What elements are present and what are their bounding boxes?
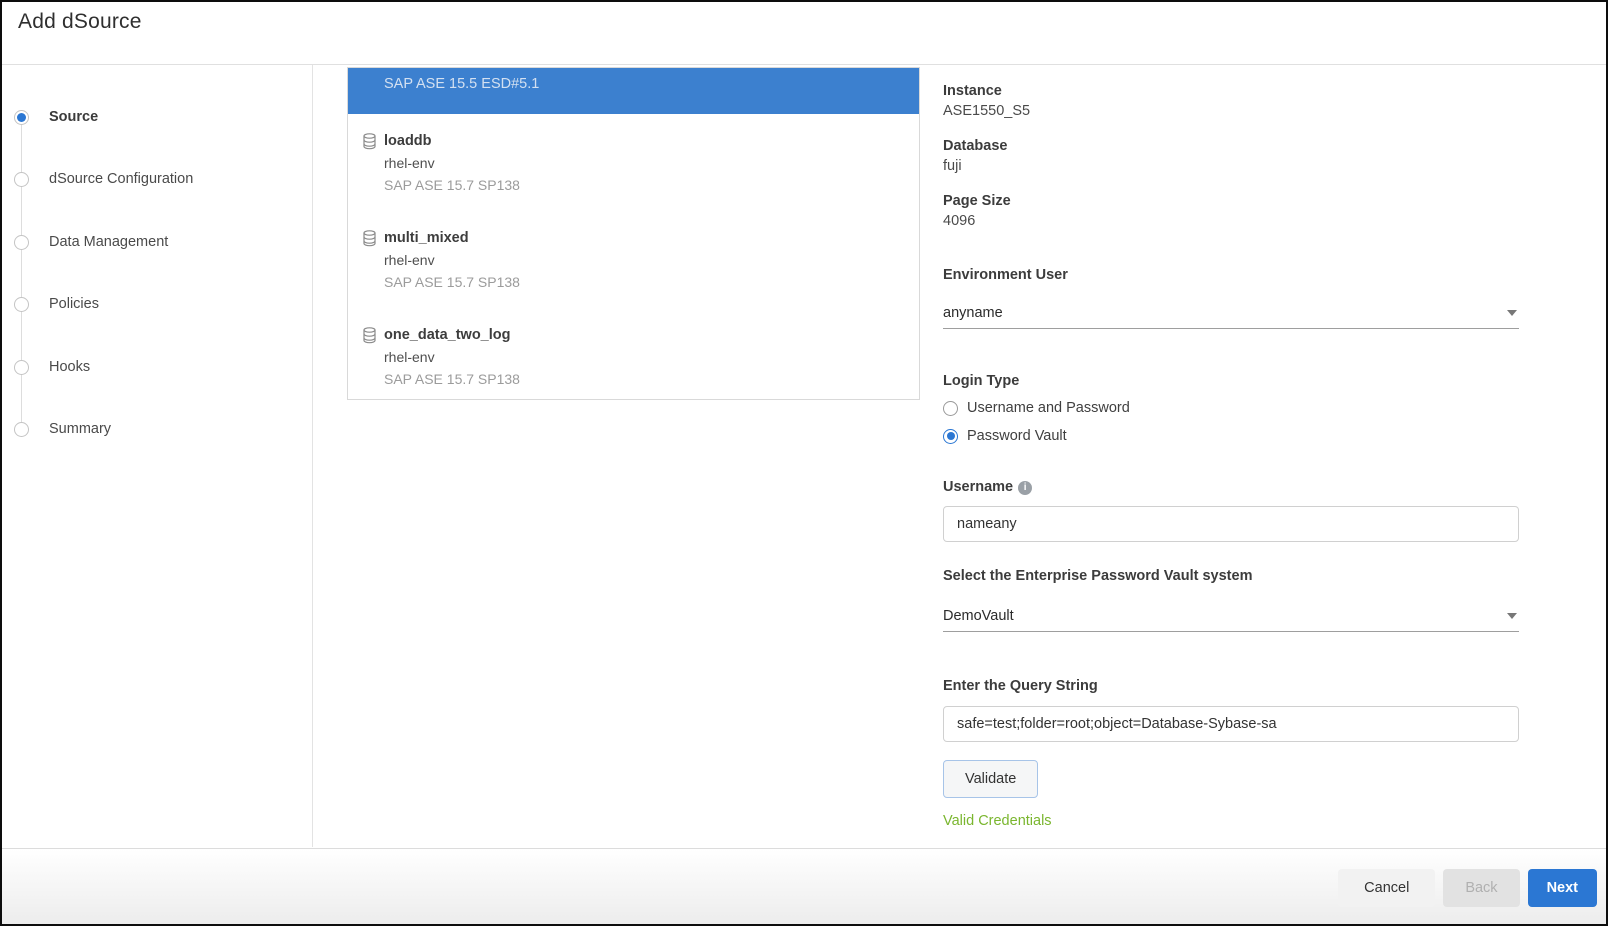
page-size-value: 4096 <box>943 211 1519 231</box>
source-name: loaddb <box>384 130 919 152</box>
validation-status-message: Valid Credentials <box>943 813 1519 829</box>
radio-icon-selected <box>943 429 958 444</box>
instance-value: ASE1550_S5 <box>943 101 1519 121</box>
step-radio-icon <box>14 235 29 250</box>
source-name: one_data_two_log <box>384 324 919 346</box>
cancel-button[interactable]: Cancel <box>1338 869 1435 907</box>
source-version: SAP ASE 15.7 SP138 <box>384 271 919 293</box>
sidebar-divider <box>312 65 313 847</box>
next-button[interactable]: Next <box>1528 869 1597 907</box>
source-version: SAP ASE 15.7 SP138 <box>384 368 919 390</box>
chevron-down-icon <box>1507 613 1517 619</box>
source-environment: rhel-env <box>384 249 919 271</box>
step-label: Data Management <box>49 234 168 250</box>
source-list-item[interactable]: multi_mixed rhel-env SAP ASE 15.7 SP138 <box>348 227 919 293</box>
source-environment: rhel-env <box>384 152 919 174</box>
step-radio-icon <box>14 360 29 375</box>
source-list-panel: SAP ASE 15.5 ESD#5.1 loaddb rhel-env SAP… <box>347 67 920 400</box>
instance-label: Instance <box>943 82 1519 101</box>
vault-selected-value: DemoVault <box>943 608 1014 624</box>
source-name: multi_mixed <box>384 227 919 249</box>
environment-user-selected-value: anyname <box>943 305 1003 321</box>
step-data-management[interactable]: Data Management <box>2 230 302 254</box>
database-icon <box>362 230 377 252</box>
step-radio-icon <box>14 422 29 437</box>
chevron-down-icon <box>1507 310 1517 316</box>
radio-label: Password Vault <box>967 428 1067 444</box>
source-list: loaddb rhel-env SAP ASE 15.7 SP138 multi… <box>348 114 919 390</box>
database-value: fuji <box>943 156 1519 176</box>
step-hooks[interactable]: Hooks <box>2 355 302 379</box>
username-label-text: Username <box>943 479 1013 495</box>
step-radio-icon <box>14 110 29 125</box>
wizard-steps: Source dSource Configuration Data Manage… <box>2 65 312 847</box>
step-radio-icon <box>14 297 29 312</box>
radio-label: Username and Password <box>967 400 1130 416</box>
back-button[interactable]: Back <box>1443 869 1519 907</box>
page-title: Add dSource <box>18 10 142 34</box>
step-label: dSource Configuration <box>49 171 193 187</box>
page-size-label: Page Size <box>943 192 1519 211</box>
validate-button[interactable]: Validate <box>943 760 1038 798</box>
database-icon <box>362 133 377 155</box>
info-icon[interactable]: i <box>1018 481 1032 495</box>
step-label: Summary <box>49 421 111 437</box>
source-details-form: Instance ASE1550_S5 Database fuji Page S… <box>943 82 1519 829</box>
step-label: Source <box>49 109 98 125</box>
add-dsource-dialog: Add dSource Source dSource Configuration… <box>0 0 1608 926</box>
dialog-header: Add dSource <box>2 2 1606 65</box>
vault-system-label: Select the Enterprise Password Vault sys… <box>943 567 1519 586</box>
step-radio-icon <box>14 172 29 187</box>
step-summary[interactable]: Summary <box>2 417 302 441</box>
username-input[interactable] <box>943 506 1519 542</box>
radio-password-vault[interactable]: Password Vault <box>943 428 1519 444</box>
source-list-item[interactable]: one_data_two_log rhel-env SAP ASE 15.7 S… <box>348 324 919 390</box>
radio-username-and-password[interactable]: Username and Password <box>943 400 1519 416</box>
step-connector-line <box>21 117 22 429</box>
radio-icon <box>943 401 958 416</box>
step-label: Hooks <box>49 359 90 375</box>
source-list-item[interactable]: loaddb rhel-env SAP ASE 15.7 SP138 <box>348 130 919 196</box>
step-policies[interactable]: Policies <box>2 292 302 316</box>
login-type-label: Login Type <box>943 372 1519 391</box>
dialog-footer: Cancel Back Next <box>2 848 1606 926</box>
source-version: SAP ASE 15.7 SP138 <box>384 174 919 196</box>
source-environment: rhel-env <box>384 346 919 368</box>
source-list-item-selected[interactable]: SAP ASE 15.5 ESD#5.1 <box>348 68 919 114</box>
query-string-label: Enter the Query String <box>943 677 1519 696</box>
vault-system-select[interactable]: DemoVault <box>943 602 1519 632</box>
database-label: Database <box>943 137 1519 156</box>
selected-source-title: SAP ASE 15.5 ESD#5.1 <box>384 76 539 92</box>
database-icon <box>362 327 377 349</box>
step-dsource-configuration[interactable]: dSource Configuration <box>2 167 302 191</box>
environment-user-select[interactable]: anyname <box>943 299 1519 329</box>
environment-user-label: Environment User <box>943 266 1519 285</box>
username-label: Username i <box>943 478 1519 497</box>
step-label: Policies <box>49 296 99 312</box>
step-source[interactable]: Source <box>2 105 302 129</box>
query-string-input[interactable] <box>943 706 1519 742</box>
